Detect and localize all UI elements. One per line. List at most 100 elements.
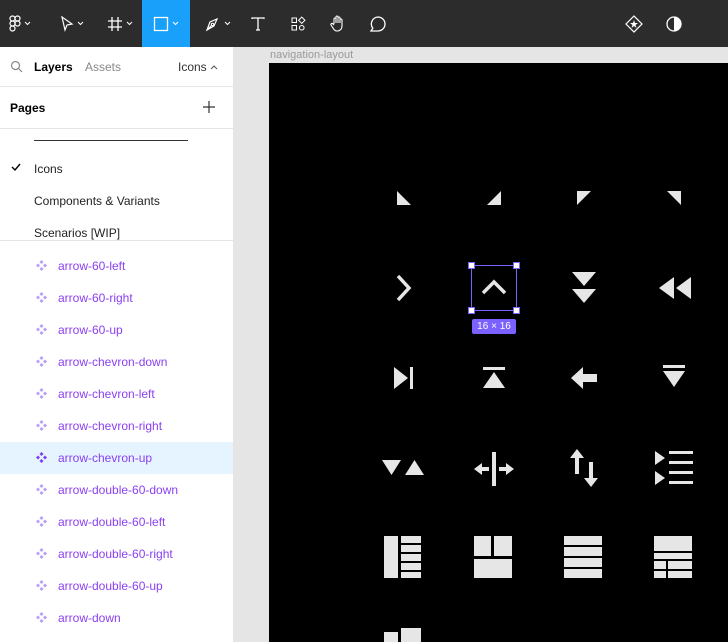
tab-assets[interactable]: Assets bbox=[85, 60, 121, 74]
chevron-down-icon bbox=[172, 21, 179, 26]
tab-layers[interactable]: Layers bbox=[34, 60, 73, 74]
selection-box[interactable] bbox=[471, 265, 517, 311]
arrows-up-down-icon[interactable] bbox=[567, 447, 601, 489]
main-menu-button[interactable] bbox=[0, 0, 40, 47]
corner-top-right-icon[interactable] bbox=[665, 189, 683, 207]
split-horizontal-icon[interactable] bbox=[471, 451, 517, 487]
layer-label: arrow-chevron-up bbox=[58, 451, 153, 465]
layer-label: arrow-chevron-down bbox=[58, 355, 168, 369]
chevron-down-icon bbox=[77, 21, 84, 26]
frame-tool-button[interactable] bbox=[98, 0, 142, 47]
layer-label: arrow-double-60-left bbox=[58, 515, 166, 529]
pages-title: Pages bbox=[10, 101, 46, 115]
component-icon bbox=[36, 548, 47, 559]
pen-tool-button[interactable] bbox=[196, 0, 240, 47]
layout-grid-icon[interactable] bbox=[473, 535, 513, 579]
layer-item[interactable]: arrow-down bbox=[0, 602, 233, 634]
layer-label: arrow-double-60-down bbox=[58, 483, 179, 497]
chevron-up-icon bbox=[210, 65, 218, 70]
resize-handle-top-right[interactable] bbox=[513, 262, 520, 269]
mask-tool-button[interactable] bbox=[660, 0, 688, 47]
page-label: Components & Variants bbox=[34, 194, 160, 208]
component-icon bbox=[36, 580, 47, 591]
component-tool-button[interactable] bbox=[620, 0, 648, 47]
layer-label: arrow-double-60-right bbox=[58, 547, 173, 561]
page-label: Scenarios [WIP] bbox=[34, 226, 121, 240]
layer-label: arrow-chevron-right bbox=[58, 419, 163, 433]
layer-label: arrow-double-60-up bbox=[58, 579, 163, 593]
layout-partial-icon[interactable] bbox=[383, 627, 423, 642]
search-icon[interactable] bbox=[10, 60, 23, 73]
page-item-icons[interactable]: Icons bbox=[0, 153, 233, 185]
comment-icon bbox=[369, 15, 386, 32]
pages-header: Pages bbox=[0, 87, 233, 129]
layer-item[interactable]: arrow-double-60-right bbox=[0, 538, 233, 570]
chevron-down-icon bbox=[126, 21, 133, 26]
resize-handle-bottom-right[interactable] bbox=[513, 307, 520, 314]
double-triangle-left-icon[interactable] bbox=[657, 275, 693, 301]
layer-item[interactable]: arrow-60-up bbox=[0, 314, 233, 346]
components-icon bbox=[291, 15, 306, 31]
figma-app: Layers Assets Icons Pages Icons Componen… bbox=[0, 0, 728, 642]
component-icon bbox=[36, 452, 47, 463]
layer-item[interactable]: arrow-60-left bbox=[0, 250, 233, 282]
canvas-frame[interactable] bbox=[269, 63, 728, 642]
layer-item[interactable]: arrow-60-right bbox=[0, 282, 233, 314]
layer-label: arrow-60-right bbox=[58, 291, 133, 305]
layer-item[interactable]: arrow-chevron-right bbox=[0, 410, 233, 442]
page-label: Icons bbox=[34, 162, 63, 176]
layers-panel: Layers Assets Icons Pages Icons Componen… bbox=[0, 47, 234, 642]
page-separator bbox=[34, 140, 188, 141]
layer-label: arrow-down bbox=[58, 611, 121, 625]
checkmark-icon bbox=[11, 163, 21, 172]
figma-logo-icon bbox=[9, 14, 21, 32]
triangles-down-up-icon[interactable] bbox=[381, 457, 425, 477]
layout-rows-icon[interactable] bbox=[563, 535, 603, 579]
layer-label: arrow-chevron-left bbox=[58, 387, 155, 401]
pages-list: Icons Components & Variants Scenarios [W… bbox=[0, 129, 233, 241]
skip-to-top-icon[interactable] bbox=[481, 365, 507, 391]
resize-handle-bottom-left[interactable] bbox=[468, 307, 475, 314]
layout-header-grid-icon[interactable] bbox=[653, 535, 693, 579]
resize-handle-top-left[interactable] bbox=[468, 262, 475, 269]
corner-top-left-icon[interactable] bbox=[575, 189, 593, 207]
layer-item-selected[interactable]: arrow-chevron-up bbox=[0, 442, 233, 474]
plus-icon[interactable] bbox=[201, 99, 217, 115]
shape-tool-button[interactable] bbox=[142, 0, 190, 47]
component-icon bbox=[36, 516, 47, 527]
layer-item[interactable]: arrow-double-60-left bbox=[0, 506, 233, 538]
text-tool-button[interactable] bbox=[244, 0, 272, 47]
layer-item[interactable]: arrow-chevron-left bbox=[0, 378, 233, 410]
frame-name-label[interactable]: navigation-layout bbox=[270, 49, 353, 61]
frame-icon bbox=[108, 16, 122, 31]
layer-item[interactable]: arrow-chevron-down bbox=[0, 346, 233, 378]
component-icon bbox=[36, 484, 47, 495]
layout-sidebar-left-icon[interactable] bbox=[383, 535, 423, 579]
component-icon bbox=[36, 260, 47, 271]
layer-item[interactable]: arrow-double-60-down bbox=[0, 474, 233, 506]
panel-tabs: Layers Assets Icons bbox=[0, 47, 233, 87]
corner-bottom-left-icon[interactable] bbox=[395, 189, 413, 207]
toolbar bbox=[0, 0, 728, 47]
page-item-scenarios[interactable]: Scenarios [WIP] bbox=[0, 217, 233, 249]
list-indent-icon[interactable] bbox=[653, 447, 695, 489]
double-triangle-down-icon[interactable] bbox=[569, 271, 599, 305]
chevron-down-icon bbox=[24, 21, 31, 26]
page-item-components[interactable]: Components & Variants bbox=[0, 185, 233, 217]
resources-tool-button[interactable] bbox=[284, 0, 312, 47]
component-icon bbox=[36, 420, 47, 431]
arrow-left-icon[interactable] bbox=[569, 365, 599, 391]
chevron-down-icon bbox=[224, 21, 231, 26]
component-icon bbox=[36, 612, 47, 623]
hand-tool-button[interactable] bbox=[324, 0, 352, 47]
chevron-right-icon[interactable] bbox=[393, 273, 415, 303]
skip-to-end-icon[interactable] bbox=[391, 365, 417, 391]
current-page-dropdown[interactable]: Icons bbox=[178, 60, 218, 74]
component-icon bbox=[36, 292, 47, 303]
comment-tool-button[interactable] bbox=[364, 0, 392, 47]
move-tool-button[interactable] bbox=[50, 0, 94, 47]
component-icon bbox=[36, 388, 47, 399]
corner-bottom-right-icon[interactable] bbox=[485, 189, 503, 207]
skip-to-bottom-icon[interactable] bbox=[661, 363, 687, 389]
layer-item[interactable]: arrow-double-60-up bbox=[0, 570, 233, 602]
